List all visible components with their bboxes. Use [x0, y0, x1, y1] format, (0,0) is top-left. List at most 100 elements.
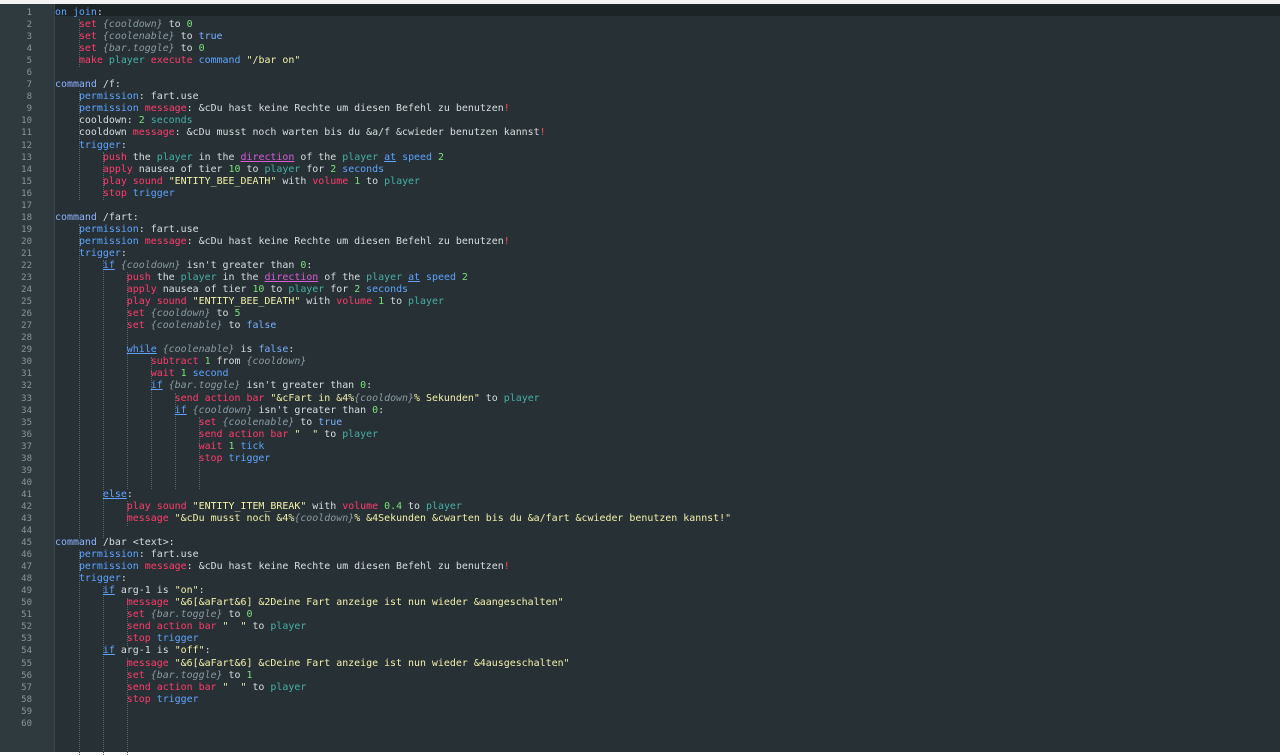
- code-line[interactable]: 52 send action bar " " to player: [0, 621, 1280, 633]
- code-line[interactable]: 25 play sound "ENTITY_BEE_DEATH" with vo…: [0, 296, 1280, 308]
- code-line[interactable]: 21 trigger:: [0, 248, 1280, 260]
- code-line[interactable]: 40: [0, 477, 1280, 489]
- code-line[interactable]: 39: [0, 465, 1280, 477]
- line-number: 11: [21, 128, 32, 139]
- code-token: player: [366, 272, 403, 284]
- code-line[interactable]: 43 message "&cDu musst noch &4%{cooldown…: [0, 513, 1280, 525]
- code-token: 0.4: [384, 500, 403, 512]
- line-number: 50: [21, 598, 32, 609]
- code-line[interactable]: 29 while {coolenable} is false:: [0, 344, 1280, 356]
- code-line[interactable]: 58 stop trigger: [0, 694, 1280, 706]
- code-token: 0: [246, 609, 253, 621]
- code-line[interactable]: 12 trigger:: [0, 140, 1280, 152]
- code-line[interactable]: 33 send action bar "&cFart in &4%{cooldo…: [0, 393, 1280, 405]
- code-line[interactable]: 1 on join:: [0, 7, 1280, 19]
- code-line[interactable]: 3 set {coolenable} to true: [0, 31, 1280, 43]
- code-line[interactable]: 7 command /f:: [0, 79, 1280, 91]
- code-line[interactable]: 27 set {coolenable} to false: [0, 320, 1280, 332]
- code-token: "&6[&aFart&6] &2Deine Fart anzeige ist n…: [174, 597, 564, 609]
- line-number: 3: [26, 32, 32, 43]
- code-line[interactable]: 30 subtract 1 from {cooldown}: [0, 356, 1280, 368]
- code-line[interactable]: 24 apply nausea of tier 10 to player for…: [0, 284, 1280, 296]
- code-line[interactable]: 14 apply nausea of tier 10 to player for…: [0, 164, 1280, 176]
- code-token: send action bar: [126, 621, 217, 633]
- code-line[interactable]: 9 permission message: &cDu hast keine Re…: [0, 103, 1280, 115]
- code-token: if: [102, 585, 115, 597]
- code-line[interactable]: 45 command /bar <text>:: [0, 537, 1280, 549]
- code-line[interactable]: 4 set {bar.toggle} to 0: [0, 43, 1280, 55]
- code-line[interactable]: 59: [0, 706, 1280, 718]
- code-text: permission message: &cDu hast keine Rech…: [55, 103, 510, 115]
- code-line[interactable]: 42 play sound "ENTITY_ITEM_BREAK" with v…: [0, 501, 1280, 513]
- code-token: arg-1 is: [114, 645, 175, 657]
- code-token: direction: [240, 151, 295, 163]
- code-line[interactable]: 46 permission: fart.use: [0, 549, 1280, 561]
- code-line[interactable]: 48 trigger:: [0, 573, 1280, 585]
- code-line[interactable]: 34 if {cooldown} isn't greater than 0:: [0, 405, 1280, 417]
- code-line[interactable]: 10 cooldown: 2 seconds: [0, 115, 1280, 127]
- code-line[interactable]: 16 stop trigger: [0, 188, 1280, 200]
- code-line[interactable]: 47 permission message: &cDu hast keine R…: [0, 561, 1280, 573]
- code-line[interactable]: 22 if {cooldown} isn't greater than 0:: [0, 260, 1280, 272]
- code-line[interactable]: 57 send action bar " " to player: [0, 682, 1280, 694]
- code-line[interactable]: 60: [0, 718, 1280, 730]
- code-token: /f:: [96, 79, 121, 91]
- code-line[interactable]: 15 play sound "ENTITY_BEE_DEATH" with vo…: [0, 176, 1280, 188]
- code-line[interactable]: 28: [0, 332, 1280, 344]
- code-token: if: [150, 380, 163, 392]
- code-line[interactable]: 56 set {bar.toggle} to 1: [0, 670, 1280, 682]
- code-text: send action bar " " to player: [55, 621, 307, 633]
- code-line[interactable]: 2 set {cooldown} to 0: [0, 19, 1280, 31]
- line-number: 55: [21, 658, 32, 669]
- code-line[interactable]: 11 cooldown message: &cDu musst noch war…: [0, 127, 1280, 139]
- code-line[interactable]: 19 permission: fart.use: [0, 224, 1280, 236]
- code-line[interactable]: 17: [0, 200, 1280, 212]
- code-line[interactable]: 50 message "&6[&aFart&6] &2Deine Fart an…: [0, 597, 1280, 609]
- code-text: trigger:: [55, 140, 127, 152]
- code-line[interactable]: 26 set {cooldown} to 5: [0, 308, 1280, 320]
- code-token: to: [479, 392, 504, 404]
- line-number: 36: [21, 429, 32, 440]
- code-line[interactable]: 20 permission message: &cDu hast keine R…: [0, 236, 1280, 248]
- code-line[interactable]: 51 set {bar.toggle} to 0: [0, 609, 1280, 621]
- code-line[interactable]: 53 stop trigger: [0, 633, 1280, 645]
- code-token: :: [120, 573, 127, 585]
- code-line[interactable]: 44: [0, 525, 1280, 537]
- code-line[interactable]: 13 push the player in the direction of t…: [0, 152, 1280, 164]
- code-line[interactable]: 38 stop trigger: [0, 453, 1280, 465]
- code-line[interactable]: 36 send action bar " " to player: [0, 429, 1280, 441]
- code-token: player: [408, 296, 444, 308]
- code-line[interactable]: 23 push the player in the direction of t…: [0, 272, 1280, 284]
- code-line[interactable]: 32 if {bar.toggle} isn't greater than 0:: [0, 380, 1280, 392]
- code-line[interactable]: 35 set {coolenable} to true: [0, 417, 1280, 429]
- code-token: :: [378, 404, 385, 416]
- code-token: : fart.use: [138, 549, 199, 561]
- code-token: trigger: [156, 633, 199, 645]
- line-number: 30: [21, 357, 32, 368]
- code-text: cooldown: 2 seconds: [55, 115, 193, 127]
- code-line[interactable]: 6: [0, 67, 1280, 79]
- line-number: 59: [21, 706, 32, 717]
- code-line[interactable]: 41 else:: [0, 489, 1280, 501]
- code-line[interactable]: 31 wait 1 second: [0, 368, 1280, 380]
- code-line[interactable]: 5 make player execute command "/bar on": [0, 55, 1280, 67]
- code-line[interactable]: 8 permission: fart.use: [0, 91, 1280, 103]
- code-token: :: [126, 488, 133, 500]
- code-line[interactable]: 55 message "&6[&aFart&6] &cDeine Fart an…: [0, 658, 1280, 670]
- code-token: !: [503, 235, 510, 247]
- code-line[interactable]: 54 if arg-1 is "off":: [0, 645, 1280, 657]
- code-editor[interactable]: 1 on join: 2 set {cooldown} to 03 set {coo…: [0, 4, 1280, 755]
- code-line[interactable]: 49 if arg-1 is "on":: [0, 585, 1280, 597]
- code-token: set: [78, 31, 97, 43]
- code-line[interactable]: 37 wait 1 tick: [0, 441, 1280, 453]
- code-text: push the player in the direction of the …: [55, 152, 444, 164]
- code-token: volume: [312, 175, 349, 187]
- code-line[interactable]: 18 command /fart:: [0, 212, 1280, 224]
